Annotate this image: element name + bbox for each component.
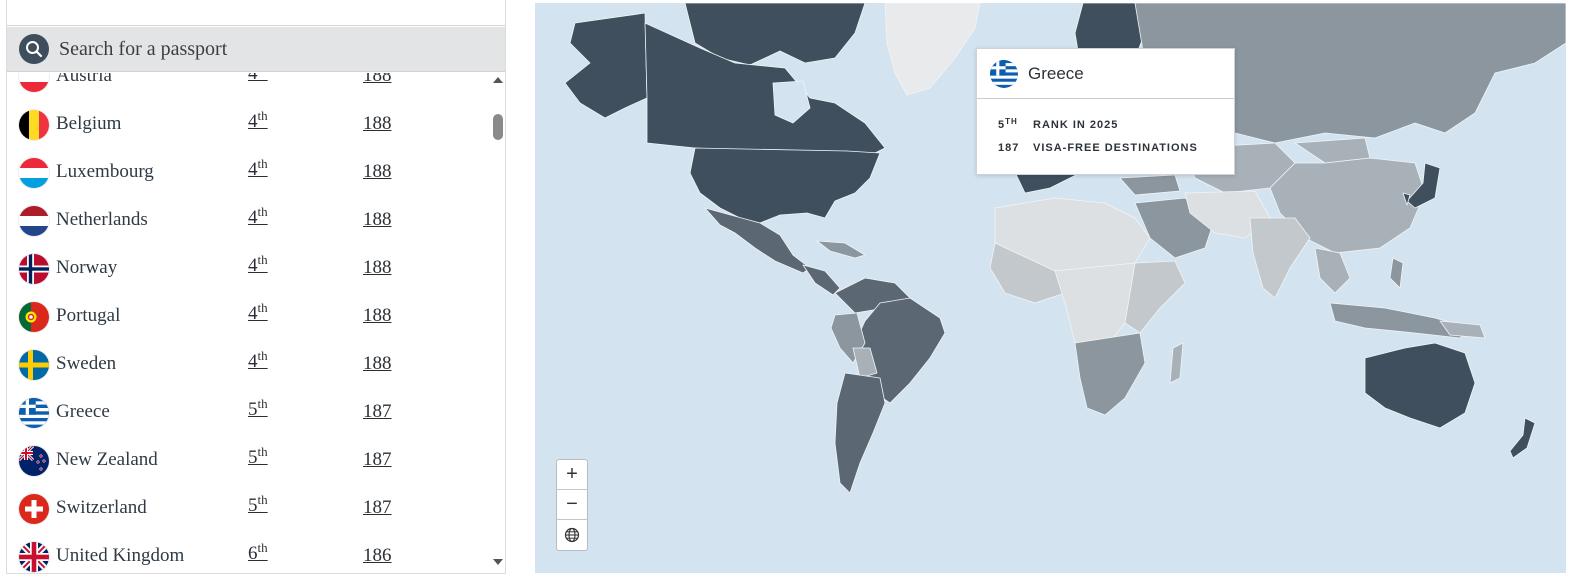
score-link[interactable]: 188	[363, 209, 392, 231]
rank-link[interactable]: 4th	[248, 157, 268, 181]
tooltip-rank-value: 5TH	[998, 117, 1018, 132]
score-link[interactable]: 187	[363, 401, 392, 423]
score-link[interactable]: 186	[363, 545, 392, 567]
passport-list-panel: Austria 4th 188 Belgium 4th 188 Luxembou…	[6, 0, 506, 574]
list-item[interactable]: Switzerland 5th 187	[7, 485, 485, 533]
country-name[interactable]: Sweden	[56, 353, 116, 375]
greece-flag-icon	[990, 60, 1018, 88]
tooltip-visa-label: VISA-FREE DESTINATIONS	[1033, 142, 1198, 154]
search-icon	[26, 41, 43, 58]
new-zealand-flag-icon	[19, 446, 49, 476]
rank-link[interactable]: 4th	[248, 73, 268, 85]
sweden-flag-icon	[19, 350, 49, 380]
country-name[interactable]: Switzerland	[56, 497, 147, 519]
list-item[interactable]: Luxembourg 4th 188	[7, 149, 485, 197]
country-turkey	[1119, 174, 1181, 196]
country-australia	[1364, 342, 1476, 429]
belgium-flag-icon	[19, 110, 49, 140]
list-item[interactable]: New Zealand 5th 187	[7, 437, 485, 485]
norway-flag-icon	[19, 254, 49, 284]
country-name[interactable]: Austria	[56, 73, 112, 87]
country-name[interactable]: Luxembourg	[56, 161, 154, 183]
tooltip-rank-label: RANK IN 2025	[1033, 119, 1119, 131]
scroll-down-arrow-icon[interactable]	[493, 559, 503, 565]
tooltip-country-name: Greece	[1028, 64, 1084, 83]
country-argentina-chile	[834, 372, 886, 494]
switzerland-flag-icon	[19, 494, 49, 524]
list-item[interactable]: Norway 4th 188	[7, 245, 485, 293]
score-link[interactable]: 188	[363, 113, 392, 135]
score-link[interactable]: 187	[363, 497, 392, 519]
tooltip-header: Greece	[977, 49, 1234, 99]
country-name[interactable]: United Kingdom	[56, 545, 184, 567]
zoom-out-button[interactable]: −	[557, 490, 587, 520]
score-link[interactable]: 188	[363, 161, 392, 183]
globe-icon	[564, 527, 580, 543]
search-bar	[7, 27, 505, 72]
country-name[interactable]: Greece	[56, 401, 110, 423]
list-item[interactable]: Netherlands 4th 188	[7, 197, 485, 245]
score-link[interactable]: 188	[363, 257, 392, 279]
tooltip-rank-line: 5TH RANK IN 2025	[998, 117, 1119, 132]
passport-list: Austria 4th 188 Belgium 4th 188 Luxembou…	[7, 73, 485, 573]
list-item[interactable]: Portugal 4th 188	[7, 293, 485, 341]
portugal-flag-icon	[19, 302, 49, 332]
country-philippines	[1389, 257, 1404, 289]
country-madagascar	[1169, 342, 1184, 384]
rank-link[interactable]: 6th	[248, 541, 268, 565]
list-item[interactable]: Austria 4th 188	[7, 73, 485, 101]
scroll-up-arrow-icon[interactable]	[493, 77, 503, 83]
region-southeast-asia	[1314, 247, 1351, 294]
region-caribbean	[816, 240, 866, 259]
score-link[interactable]: 188	[363, 73, 392, 87]
luxembourg-flag-icon	[19, 158, 49, 188]
rank-link[interactable]: 5th	[248, 493, 268, 517]
rank-link[interactable]: 4th	[248, 205, 268, 229]
panel-header-edge	[7, 0, 505, 26]
list-item[interactable]: Greece 5th 187	[7, 389, 485, 437]
country-new-zealand	[1509, 417, 1536, 459]
scroll-thumb[interactable]	[493, 114, 503, 140]
country-india	[1249, 217, 1311, 299]
country-name[interactable]: New Zealand	[56, 449, 158, 471]
country-name[interactable]: Belgium	[56, 113, 121, 135]
rank-link[interactable]: 5th	[248, 397, 268, 421]
austria-flag-icon	[19, 73, 49, 92]
country-name[interactable]: Portugal	[56, 305, 120, 327]
list-item[interactable]: Belgium 4th 188	[7, 101, 485, 149]
reset-view-button[interactable]	[557, 520, 587, 550]
score-link[interactable]: 188	[363, 353, 392, 375]
tooltip-visa-value: 187	[998, 142, 1020, 154]
zoom-in-button[interactable]: +	[557, 460, 587, 490]
netherlands-flag-icon	[19, 206, 49, 236]
country-name[interactable]: Norway	[56, 257, 117, 279]
country-usa-alaska	[564, 12, 648, 119]
region-southern-africa	[1074, 332, 1146, 416]
rank-link[interactable]: 4th	[248, 253, 268, 277]
rank-link[interactable]: 4th	[248, 349, 268, 373]
score-link[interactable]: 188	[363, 305, 392, 327]
score-link[interactable]: 187	[363, 449, 392, 471]
list-scrollbar[interactable]	[491, 73, 505, 573]
rank-link[interactable]: 4th	[248, 109, 268, 133]
list-item[interactable]: Sweden 4th 188	[7, 341, 485, 389]
rank-link[interactable]: 4th	[248, 301, 268, 325]
country-tooltip: Greece 5TH RANK IN 2025 187 VISA-FREE DEST…	[976, 48, 1235, 175]
country-greenland	[884, 3, 981, 96]
list-item[interactable]: United Kingdom 6th 186	[7, 533, 485, 573]
search-button[interactable]	[19, 34, 49, 64]
united-kingdom-flag-icon	[19, 542, 49, 572]
country-name[interactable]: Netherlands	[56, 209, 148, 231]
rank-link[interactable]: 5th	[248, 445, 268, 469]
search-input[interactable]	[59, 37, 479, 61]
map-zoom-controls: + −	[556, 459, 588, 551]
region-central-america	[802, 264, 841, 296]
tooltip-visa-line: 187 VISA-FREE DESTINATIONS	[998, 142, 1198, 154]
greece-flag-icon	[19, 398, 49, 428]
